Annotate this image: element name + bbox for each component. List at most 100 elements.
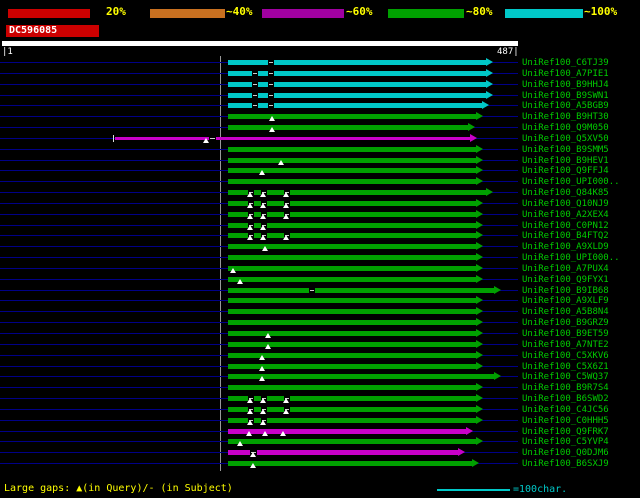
alignment-bar[interactable] (228, 146, 476, 152)
hit-label[interactable]: UniRef100_B9ET59 (522, 329, 609, 339)
alignment-bar[interactable] (228, 363, 476, 369)
hit-label[interactable]: UniRef100_Q0DJM6 (522, 448, 609, 458)
query-gap-triangle-icon (260, 213, 266, 219)
alignment-bar[interactable] (228, 157, 476, 163)
hit-label[interactable]: UniRef100_Q5XV50 (522, 134, 609, 144)
alignment-bar[interactable] (228, 265, 476, 271)
alignment-bar[interactable] (228, 461, 472, 467)
alignment-row: UniRef100_A5B8N4 (0, 306, 640, 317)
query-gap-triangle-icon (260, 235, 266, 241)
subject-gap-marker (268, 70, 274, 76)
alignment-rows: UniRef100_C6TJ39 UniRef100_A7PIE1 UniRef10… (0, 57, 640, 471)
query-gap-triangle-icon (262, 430, 268, 436)
alignment-bar[interactable] (228, 287, 494, 293)
scale-label: =100char. (513, 484, 568, 495)
hit-label[interactable]: UniRef100_Q84K85 (522, 188, 609, 198)
alignment-bar[interactable] (228, 352, 476, 358)
subject-gap-marker (268, 92, 274, 98)
alignment-bar[interactable] (228, 103, 482, 109)
subject-gap-marker (268, 103, 274, 109)
hit-label[interactable]: UniRef100_A2XEX4 (522, 210, 609, 220)
hit-label[interactable]: UniRef100_Q9FRK7 (522, 427, 609, 437)
hit-label[interactable]: UniRef100_Q9FFJ4 (522, 166, 609, 176)
query-gap-triangle-icon (259, 170, 265, 176)
alignment-bar[interactable] (228, 450, 458, 456)
hit-label[interactable]: UniRef100_B9R7S4 (522, 383, 609, 393)
hit-label[interactable]: UniRef100_A5B8N4 (522, 307, 609, 317)
alignment-row: UniRef100_Q9FRK7 (0, 426, 640, 437)
hit-label[interactable]: UniRef100_C5X6Z1 (522, 362, 609, 372)
alignment-bar[interactable] (228, 70, 486, 76)
hit-label[interactable]: UniRef100_C0PN12 (522, 221, 609, 231)
hit-label[interactable]: UniRef100_B6SXJ9 (522, 459, 609, 469)
hit-label[interactable]: UniRef100_B9SWN1 (522, 91, 609, 101)
alignment-bar[interactable] (115, 136, 470, 140)
hit-label[interactable]: UniRef100_B9HT30 (522, 112, 609, 122)
hit-label[interactable]: UniRef100_C4JC56 (522, 405, 609, 415)
alignment-bar[interactable] (228, 114, 476, 120)
alignment-bar[interactable] (228, 179, 476, 185)
hit-label[interactable]: UniRef100_Q10NJ9 (522, 199, 609, 209)
alignment-row: UniRef100_B9HEV1 (0, 155, 640, 166)
hit-label[interactable]: UniRef100_A5BGB9 (522, 101, 609, 111)
query-gap-triangle-icon (283, 408, 289, 414)
alignment-bar[interactable] (228, 168, 476, 174)
alignment-bar[interactable] (228, 255, 476, 261)
arrowhead-icon (486, 68, 493, 77)
arrowhead-icon (476, 339, 483, 348)
query-gap-triangle-icon (259, 354, 265, 360)
hit-label[interactable]: UniRef100_C6TJ39 (522, 58, 609, 68)
query-gap-triangle-icon (283, 235, 289, 241)
alignment-row: UniRef100_C5YVP4 (0, 436, 640, 447)
hit-label[interactable]: UniRef100_B9SMM5 (522, 145, 609, 155)
hit-label[interactable]: UniRef100_Q9M050 (522, 123, 609, 133)
alignment-bar[interactable] (228, 60, 486, 65)
hit-label[interactable]: UniRef100_B9HEV1 (522, 156, 609, 166)
alignment-bar[interactable] (228, 125, 468, 131)
alignment-bar[interactable] (228, 320, 476, 326)
arrowhead-icon (476, 329, 483, 337)
hit-label[interactable]: UniRef100_B9HHJ4 (522, 80, 609, 90)
hit-label[interactable]: UniRef100_C5WQ37 (522, 372, 609, 382)
alignment-row: UniRef100_A9XLD9 (0, 241, 640, 252)
hit-label[interactable]: UniRef100_C0HHH5 (522, 416, 609, 426)
alignment-bar[interactable] (228, 92, 486, 98)
hit-label[interactable]: UniRef100_B4FTQ2 (522, 231, 609, 241)
hit-label[interactable]: UniRef100_C5YVP4 (522, 437, 609, 447)
green-key-segment (388, 9, 464, 18)
alignment-bar[interactable] (228, 439, 476, 445)
alignment-bar[interactable] (228, 309, 476, 315)
hit-label[interactable]: UniRef100_A7PIE1 (522, 69, 609, 79)
alignment-bar[interactable] (228, 374, 494, 380)
gap-dash-icon (269, 105, 273, 107)
hit-label[interactable]: UniRef100_A7NTE2 (522, 340, 609, 350)
gap-dash-icon (253, 83, 257, 85)
alignment-row: UniRef100_UPI000.. (0, 252, 640, 263)
hit-label[interactable]: UniRef100_B6SWD2 (522, 394, 609, 404)
hit-label[interactable]: UniRef100_B9IB68 (522, 286, 609, 296)
arrowhead-icon (476, 263, 483, 272)
alignment-row: UniRef100_Q84K85 (0, 187, 640, 198)
alignment-bar[interactable] (228, 298, 476, 304)
query-gap-triangle-icon (260, 224, 266, 230)
hit-label[interactable]: UniRef100_UPI000.. (522, 177, 620, 187)
hit-label[interactable]: UniRef100_C5XKV6 (522, 351, 609, 361)
hit-label[interactable]: UniRef100_A9XLF9 (522, 296, 609, 306)
key-label: ~40% (226, 5, 253, 18)
arrowhead-icon (482, 101, 489, 110)
arrowhead-icon (476, 437, 483, 446)
hit-label[interactable]: UniRef100_UPI000.. (522, 253, 620, 263)
alignment-bar[interactable] (228, 385, 476, 391)
arrowhead-icon (468, 123, 475, 132)
arrowhead-icon (476, 404, 483, 413)
gap-dash-icon (269, 62, 273, 63)
query-gap-triangle-icon (278, 159, 284, 165)
arrowhead-icon (486, 79, 493, 88)
alignment-bar[interactable] (228, 276, 476, 282)
hit-label[interactable]: UniRef100_B9GRZ9 (522, 318, 609, 328)
query-gap-triangle-icon (269, 127, 275, 133)
hit-label[interactable]: UniRef100_Q9FYX1 (522, 275, 609, 285)
alignment-bar[interactable] (228, 81, 486, 87)
hit-label[interactable]: UniRef100_A7PUX4 (522, 264, 609, 274)
hit-label[interactable]: UniRef100_A9XLD9 (522, 242, 609, 252)
